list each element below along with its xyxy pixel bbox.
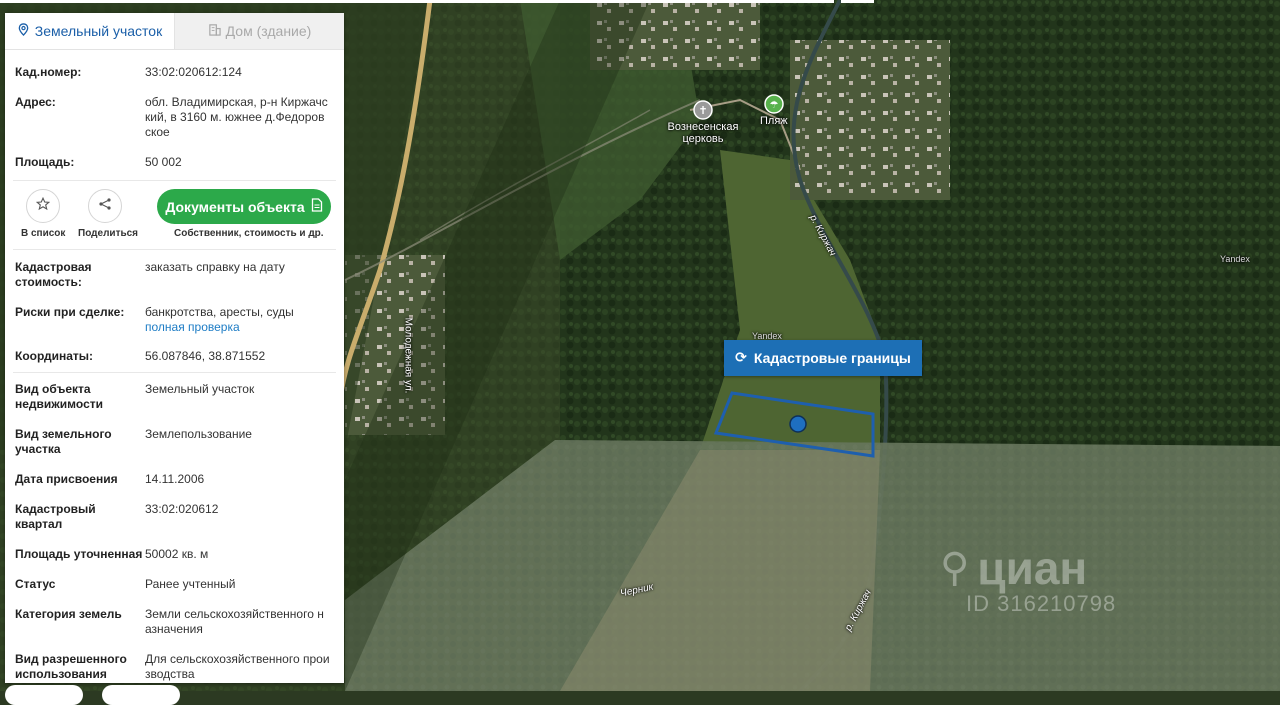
document-icon [311, 198, 323, 215]
info-row-land-category: Категория земель Земли сельскохозяйствен… [15, 607, 324, 636]
info-key: Кад.номер: [15, 65, 82, 79]
yandex-label-2: Yandex [1220, 254, 1250, 264]
refresh-icon: ⟳ [735, 350, 747, 366]
share-icon [98, 197, 112, 216]
address-value: обл. Владимирская, р-н Киржачский, в 316… [145, 95, 328, 139]
info-row-plot-type: Вид земельного участка Землепользование [15, 427, 252, 456]
info-key: Вид земельного участка [15, 427, 112, 456]
order-certificate-link[interactable]: заказать справку на дату [145, 260, 330, 290]
cadastral-borders-button[interactable]: ⟳ Кадастровые границы [724, 340, 922, 376]
info-row-assignment-date: Дата присвоения 14.11.2006 [15, 472, 205, 486]
info-key: Кадастровая стоимость: [15, 260, 92, 289]
info-key: Площадь уточненная [15, 547, 143, 561]
full-check-link[interactable]: полная проверка [145, 320, 330, 335]
info-key: Вид объекта недвижимости [15, 382, 103, 411]
bottom-button-right[interactable] [102, 685, 180, 705]
cadastral-number-link[interactable]: 33:02:020612:124 [145, 65, 330, 80]
info-key: Дата присвоения [15, 472, 118, 486]
street-label: Молодежная ул. [402, 317, 414, 394]
info-key: Кадастровый квартал [15, 502, 96, 531]
info-row-address: Адрес: обл. Владимирская, р-н Киржачский… [5, 95, 344, 140]
info-key: Адрес: [15, 95, 56, 109]
documents-caption: Собственник, стоимость и др. [174, 228, 324, 239]
info-key: Площадь: [15, 155, 75, 169]
info-row-object-type: Вид объекта недвижимости Земельный участ… [15, 382, 255, 411]
info-row-coordinates: Координаты: 56.087846, 38.871552 [5, 349, 344, 364]
cian-logo-icon: ⚲ [940, 545, 970, 591]
area-value: 50 002 [145, 155, 182, 169]
property-info-panel: Земельный участок Дом (здание) Кад.номер… [5, 13, 344, 683]
parcel-marker [789, 415, 807, 433]
info-row-cadastral-quarter: Кадастровый квартал 33:02:020612 [15, 502, 219, 531]
coordinates-value: 56.087846, 38.871552 [145, 349, 266, 363]
add-to-list-label: В список [21, 228, 66, 239]
info-row-permitted-use: Вид разрешенного использования Для сельс… [15, 652, 330, 681]
info-key: Риски при сделке: [15, 305, 125, 319]
tab-house-building[interactable]: Дом (здание) [174, 13, 344, 49]
info-row-refined-area: Площадь уточненная 50002 кв. м [15, 547, 209, 561]
share-button[interactable] [88, 189, 122, 223]
share-label: Поделиться [78, 228, 139, 239]
info-key: Категория земель [15, 607, 122, 621]
info-key: Статус [15, 577, 56, 591]
tab-bar: Земельный участок Дом (здание) [5, 13, 344, 50]
info-row-area: Площадь: 50 002 [5, 155, 344, 170]
svg-text:☂: ☂ [770, 100, 779, 111]
info-row-risks: Риски при сделке: банкротства, аресты, с… [5, 305, 344, 335]
beach-label: Пляж [760, 115, 788, 127]
star-icon [35, 196, 51, 216]
map-pin-icon [17, 23, 30, 39]
add-to-list-button[interactable] [26, 189, 60, 223]
tab-land-plot[interactable]: Земельный участок [5, 13, 174, 49]
info-row-cadastral-value: Кадастровая стоимость: заказать справку … [5, 260, 344, 290]
info-row-cadnum: Кад.номер: 33:02:020612:124 [5, 65, 344, 80]
documents-button[interactable]: Документы объекта [157, 189, 331, 224]
cian-watermark: ⚲ циан ID 316210798 [940, 542, 1117, 616]
info-row-status: Статус Ранее учтенный [15, 577, 236, 591]
info-key: Вид разрешенного использования [15, 652, 127, 681]
church-label: Вознесенская церковь [667, 121, 739, 145]
action-bar: В список Поделиться Документы объекта Со… [5, 181, 344, 249]
info-key: Координаты: [15, 349, 94, 363]
risks-value: банкротства, аресты, суды полная проверк… [145, 305, 330, 335]
building-icon [208, 23, 221, 39]
svg-text:✝: ✝ [698, 104, 707, 117]
bottom-button-left[interactable] [5, 685, 83, 705]
